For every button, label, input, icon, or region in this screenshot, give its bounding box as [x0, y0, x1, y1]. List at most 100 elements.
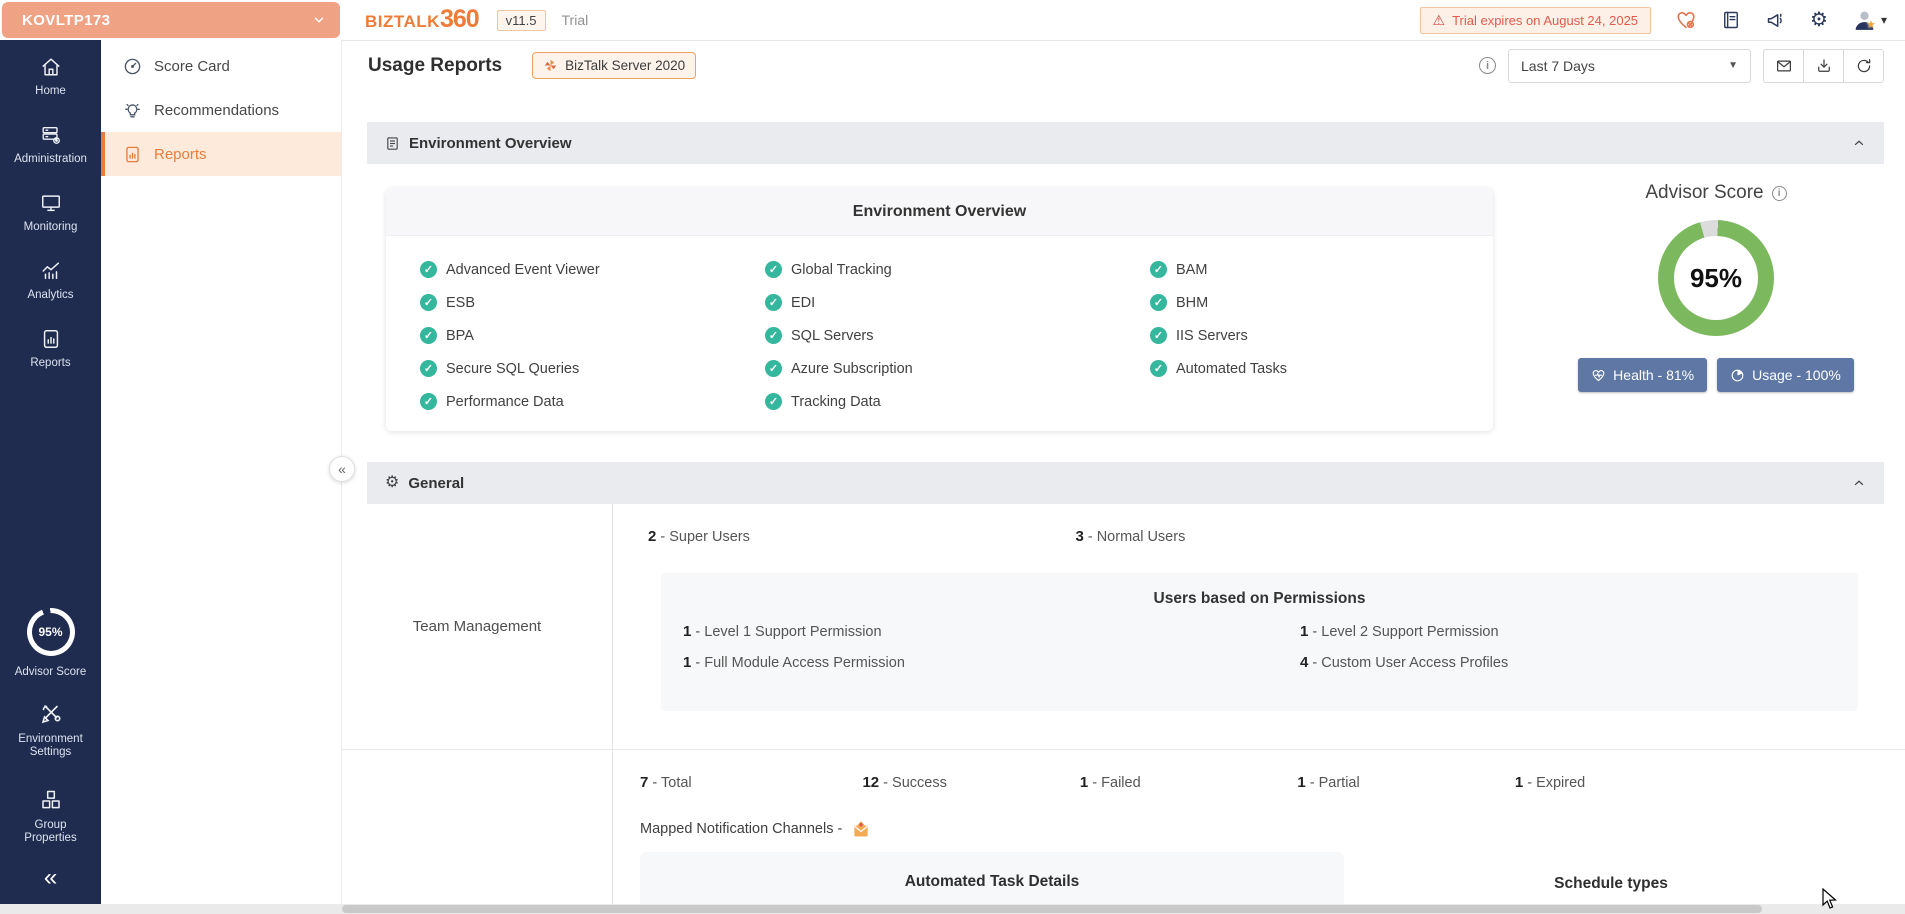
announcements-icon[interactable] — [1765, 10, 1786, 31]
submenu-item-reports[interactable]: Reports — [101, 132, 341, 176]
sidebar-item-administration[interactable]: Administration — [0, 111, 101, 179]
stat-success: 12 - Success — [862, 774, 1075, 791]
advisor-score-value: 95% — [38, 625, 62, 639]
date-range-select[interactable]: Last 7 Days ▼ — [1508, 49, 1751, 83]
usage-score-button[interactable]: Usage - 100% — [1717, 358, 1854, 392]
feature-item: ✓SQL Servers — [765, 319, 1150, 352]
scrollbar-thumb[interactable] — [342, 905, 1762, 913]
check-circle-icon: ✓ — [765, 327, 782, 344]
permissions-card-title: Users based on Permissions — [661, 573, 1858, 608]
general-section-body: Team Management 2 - Super Users 3 - Norm… — [342, 504, 1905, 914]
sidebar-item-label: Analytics — [27, 289, 73, 302]
info-icon[interactable]: i — [1772, 186, 1787, 201]
check-circle-icon: ✓ — [765, 393, 782, 410]
sidebar-item-group-properties[interactable]: GroupProperties — [0, 788, 101, 845]
sidebar-collapse-button[interactable]: « — [0, 866, 101, 890]
check-circle-icon: ✓ — [420, 393, 437, 410]
advisor-score-title: Advisor Score — [1645, 182, 1763, 204]
stat-level1-permission: 1 - Level 1 Support Permission — [683, 623, 1300, 645]
section-header-environment-overview[interactable]: Environment Overview — [367, 122, 1884, 164]
sidebar-item-analytics[interactable]: Analytics — [0, 247, 101, 315]
permissions-card: Users based on Permissions 1 - Level 1 S… — [661, 573, 1858, 711]
settings-gear-icon[interactable]: ⚙ — [1810, 10, 1828, 30]
gauge-icon — [123, 57, 142, 76]
trial-expiry-banner[interactable]: ⚠ Trial expires on August 24, 2025 — [1420, 7, 1652, 34]
advisor-score-label: Advisor Score — [0, 666, 101, 678]
feature-item: ✓IIS Servers — [1150, 319, 1287, 352]
email-report-button[interactable] — [1763, 49, 1804, 83]
environment-overview-card: Environment Overview ✓Advanced Event Vie… — [386, 188, 1493, 431]
server-gear-icon — [40, 124, 62, 146]
page-title: Usage Reports — [368, 55, 502, 77]
section-title: General — [408, 475, 464, 492]
row-label — [342, 750, 613, 914]
primary-sidebar: Home Administration Monitoring Analytics… — [0, 40, 101, 914]
user-menu[interactable]: ★ ▾ — [1852, 8, 1887, 33]
check-circle-icon: ✓ — [1150, 327, 1167, 344]
stat-full-module-permission: 1 - Full Module Access Permission — [683, 654, 1300, 676]
select-arrow-icon: ▼ — [1728, 60, 1738, 71]
check-circle-icon: ✓ — [765, 261, 782, 278]
report-actions — [1763, 49, 1884, 83]
card-title: Environment Overview — [386, 188, 1493, 236]
check-circle-icon: ✓ — [420, 327, 437, 344]
check-circle-icon: ✓ — [420, 261, 437, 278]
download-report-button[interactable] — [1803, 49, 1844, 83]
biztalk-flag-icon — [543, 58, 558, 73]
sidebar-item-reports[interactable]: Reports — [0, 315, 101, 383]
environment-selector[interactable]: KOVLTP173 — [2, 2, 340, 38]
stat-failed: 1 - Failed — [1080, 774, 1293, 791]
feature-item: ✓Advanced Event Viewer — [420, 253, 765, 286]
refresh-button[interactable] — [1843, 49, 1884, 83]
chevron-down-icon — [312, 13, 326, 27]
version-badge: v11.5 — [497, 10, 546, 31]
chevron-up-icon[interactable] — [1852, 136, 1866, 150]
feature-item: ✓Global Tracking — [765, 253, 1150, 286]
info-icon[interactable]: i — [1479, 57, 1496, 74]
panel-collapse-button[interactable]: « — [329, 456, 355, 482]
trial-expiry-text: Trial expires on August 24, 2025 — [1452, 13, 1638, 28]
home-icon — [40, 56, 62, 78]
check-circle-icon: ✓ — [1150, 294, 1167, 311]
feature-item: ✓BHM — [1150, 286, 1287, 319]
cubes-icon — [39, 788, 63, 812]
notification-mail-icon[interactable] — [851, 819, 871, 839]
server-version-badge[interactable]: BizTalk Server 2020 — [532, 52, 696, 79]
stat-level2-permission: 1 - Level 2 Support Permission — [1300, 623, 1858, 645]
sidebar-item-environment-settings[interactable]: EnvironmentSettings — [0, 702, 101, 759]
sidebar-item-home[interactable]: Home — [0, 40, 101, 111]
stat-custom-profiles: 4 - Custom User Access Profiles — [1300, 654, 1858, 676]
check-circle-icon: ✓ — [765, 294, 782, 311]
schedule-types-card: Schedule types — [1364, 852, 1858, 912]
submenu-item-label: Score Card — [154, 58, 230, 75]
sidebar-item-monitoring[interactable]: Monitoring — [0, 179, 101, 247]
chevron-up-icon[interactable] — [1852, 476, 1866, 490]
secondary-sidebar: Score Card Recommendations Reports — [101, 40, 342, 914]
check-circle-icon: ✓ — [420, 360, 437, 377]
check-circle-icon: ✓ — [765, 360, 782, 377]
section-header-general[interactable]: ⚙ General — [367, 462, 1884, 504]
health-favorites-icon[interactable] — [1675, 9, 1697, 31]
stat-expired: 1 - Expired — [1515, 774, 1585, 791]
check-circle-icon: ✓ — [1150, 261, 1167, 278]
sidebar-item-label: Reports — [30, 357, 70, 370]
submenu-item-score-card[interactable]: Score Card — [101, 44, 341, 88]
horizontal-scrollbar[interactable] — [0, 904, 1905, 914]
feature-item: ✓Automated Tasks — [1150, 352, 1287, 385]
biztalk360-logo[interactable]: BIZTALK 360 — [365, 9, 479, 32]
health-score-button[interactable]: Health - 81% — [1578, 358, 1707, 392]
document-lines-icon — [385, 136, 400, 151]
edition-label: Trial — [562, 12, 589, 28]
feature-item: ✓Tracking Data — [765, 385, 1150, 418]
advisor-score-donut-chart: 95% — [1658, 220, 1774, 336]
monitor-icon — [40, 192, 62, 214]
advisor-score-ring[interactable]: 95% — [27, 608, 75, 656]
documentation-icon[interactable] — [1721, 10, 1741, 30]
check-circle-icon: ✓ — [1150, 360, 1167, 377]
feature-item: ✓EDI — [765, 286, 1150, 319]
star-badge-icon: ★ — [1866, 18, 1876, 31]
environment-overview-body: Environment Overview ✓Advanced Event Vie… — [342, 164, 1905, 462]
submenu-item-recommendations[interactable]: Recommendations — [101, 88, 341, 132]
feature-item: ✓ESB — [420, 286, 765, 319]
check-circle-icon: ✓ — [420, 294, 437, 311]
